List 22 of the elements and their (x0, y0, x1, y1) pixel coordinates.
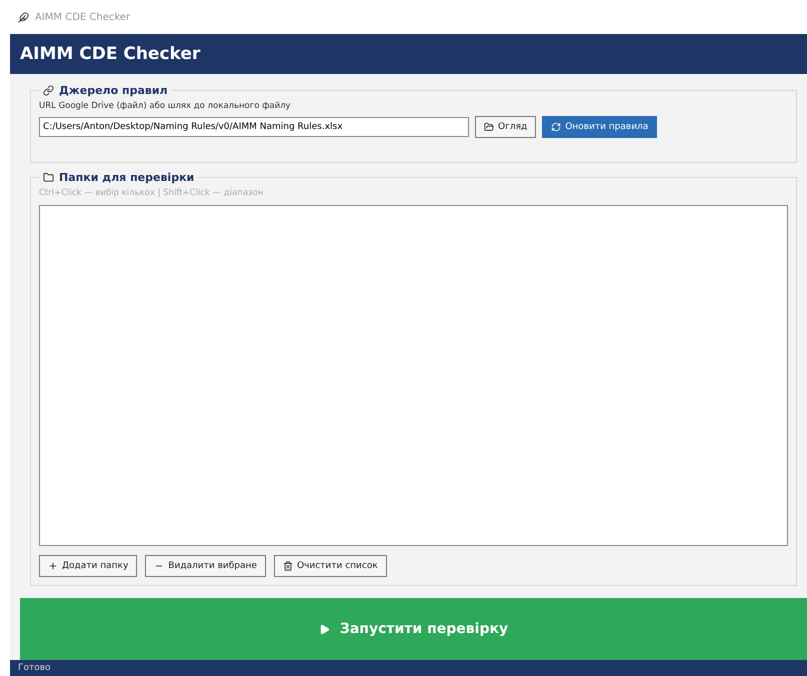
folder-list[interactable] (39, 205, 788, 546)
app-title: AIMM CDE Checker (20, 44, 200, 64)
hint-text: Ctrl+Click — вибір кількох | Shift+Click — діапазон (39, 188, 264, 198)
status-text: Готово (18, 663, 51, 673)
add-button[interactable]: Додати папку (39, 555, 138, 577)
folder-icon (43, 172, 54, 183)
trash-icon (282, 561, 293, 571)
path-field[interactable]: C:/Users/Anton/Desktop/Naming Rules/v0/AIMM Naming Rules.xlsx (39, 117, 469, 137)
refresh-icon (551, 122, 562, 132)
browse-button[interactable]: Огляд (475, 116, 536, 138)
clear-button[interactable]: Очистити список (274, 555, 387, 577)
window-title: AIMM CDE Checker (35, 12, 130, 22)
folder-icon (484, 122, 494, 132)
remove-button[interactable]: Видалити вибране (145, 555, 266, 577)
plus-icon (48, 561, 58, 571)
feather-icon (18, 12, 29, 22)
link-icon (43, 85, 54, 96)
section-title: Джерело правил (59, 84, 168, 97)
update-button[interactable]: Оновити правила (542, 116, 658, 138)
field-label: URL Google Drive (файл) або шлях до локального файлу (39, 101, 292, 111)
play-icon (318, 624, 330, 634)
section-title: Папки для перевірки (59, 171, 194, 184)
